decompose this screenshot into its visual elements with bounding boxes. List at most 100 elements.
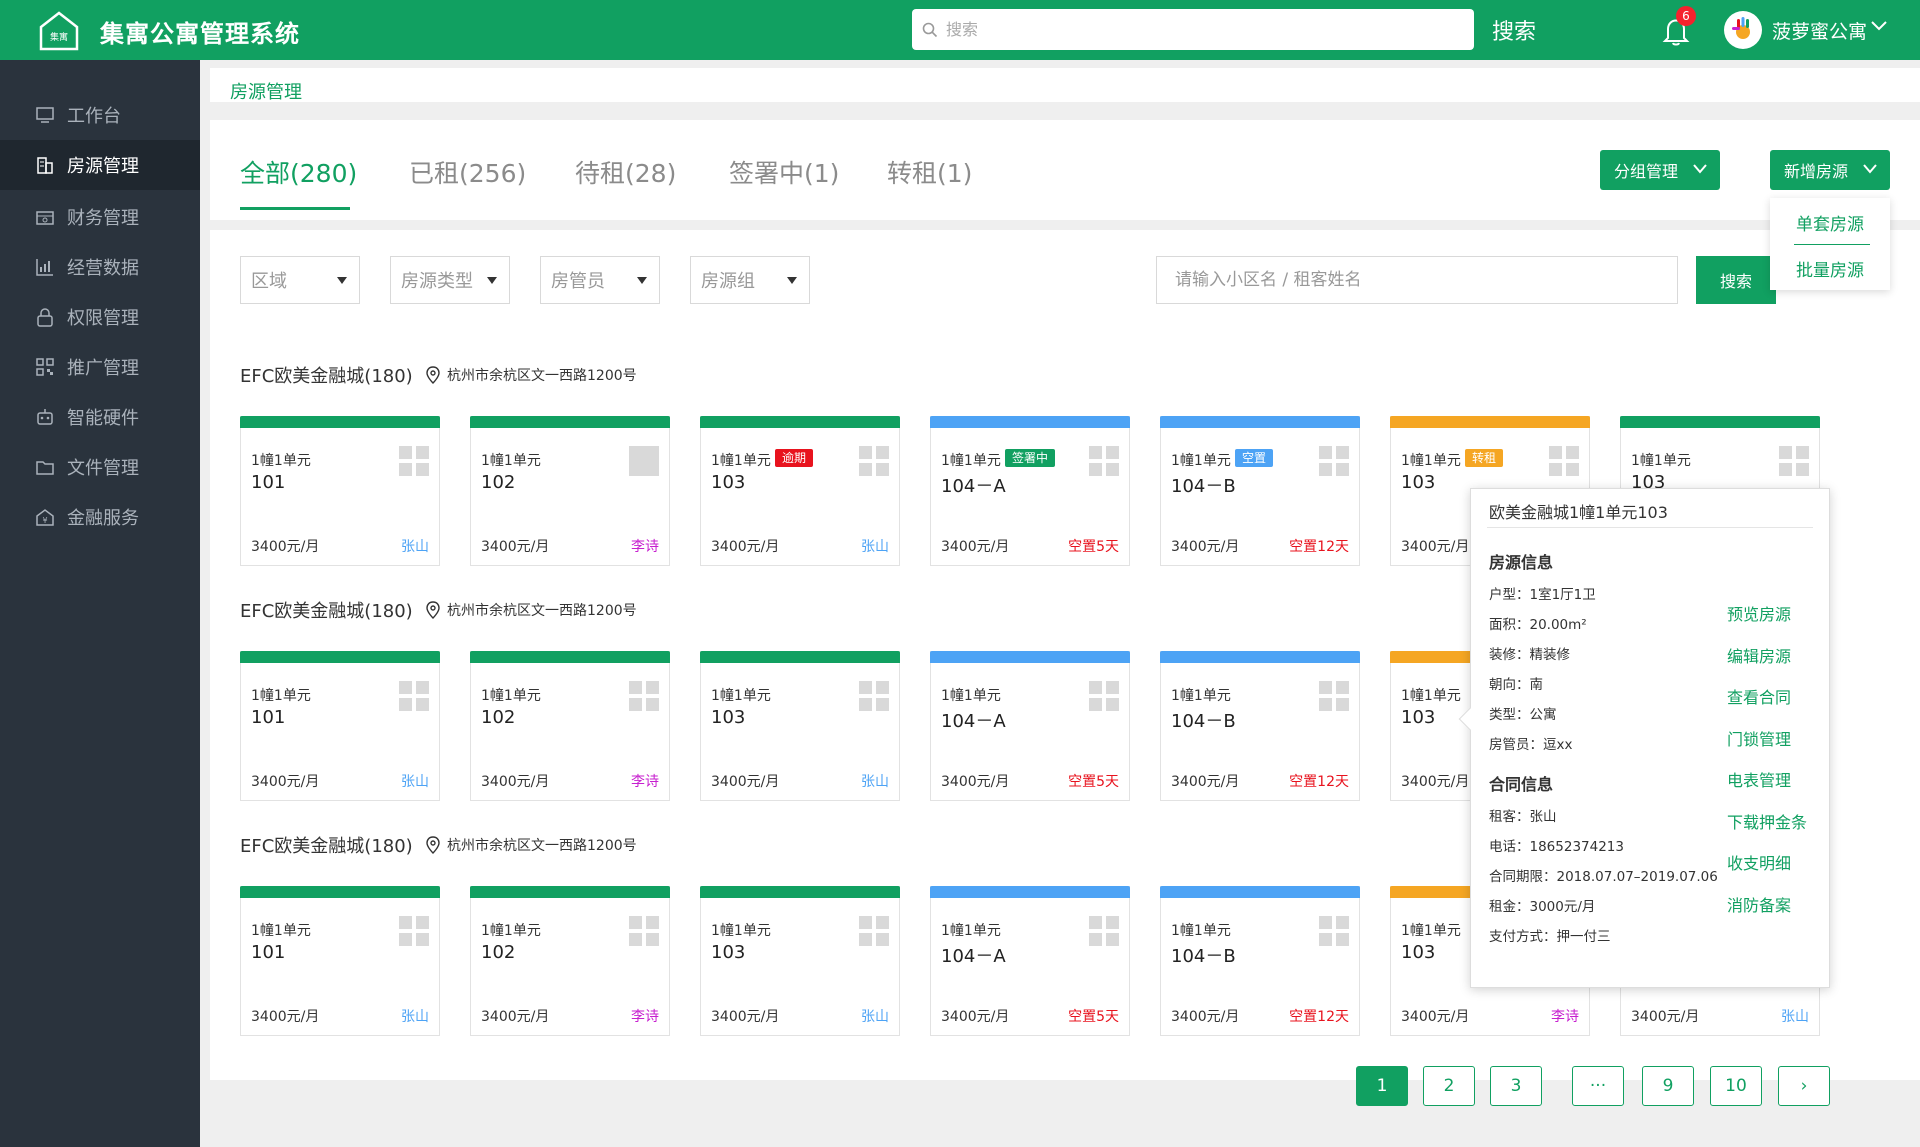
room-grid-icon[interactable] [859,681,889,711]
room-grid-icon[interactable] [1089,681,1119,711]
lock-manage-link[interactable]: 门锁管理 [1727,726,1791,750]
room-card[interactable]: 1幢1单元 103 3400元/月 张山 [700,886,900,1036]
room-status-bar [930,416,1130,428]
tab-sublet[interactable]: 转租(1) [887,154,972,190]
room-grid-icon[interactable] [1319,681,1349,711]
manager-select[interactable]: 房管员 [540,256,660,304]
sidebar-item-workbench[interactable]: 工作台 [0,90,200,140]
sidebar-item-house[interactable]: 房源管理 [0,140,200,190]
menu-item-batch-house[interactable]: 批量房源 [1770,256,1890,281]
tab-to-rent[interactable]: 待租(28) [575,154,676,190]
sidebar-item-permission[interactable]: 权限管理 [0,292,200,342]
bank-icon: ¥ [36,509,54,526]
room-grid-icon[interactable] [629,916,659,946]
page-2-button[interactable]: 2 [1423,1066,1475,1106]
contract-info-row: 租金：3000元/月 [1489,899,1596,915]
menu-item-single-house[interactable]: 单套房源 [1770,210,1890,235]
room-grid-icon[interactable] [859,916,889,946]
room-grid-icon[interactable] [1779,446,1809,476]
preview-house-link[interactable]: 预览房源 [1727,601,1791,625]
page-9-button[interactable]: 9 [1642,1066,1694,1106]
room-grid-icon[interactable] [399,916,429,946]
fire-record-link[interactable]: 消防备案 [1727,892,1791,916]
house-group-select[interactable]: 房源组 [690,256,810,304]
room-grid-icon[interactable] [859,446,889,476]
room-grid-icon[interactable] [1089,446,1119,476]
keyword-input[interactable] [1156,256,1678,304]
next-page-button[interactable]: › [1778,1066,1830,1106]
group-title: EFC欧美金融城(180) [240,601,413,622]
room-card[interactable]: 1幢1单元 104－B 3400元/月 空置12天 [1160,886,1360,1036]
room-status-text: 空置5天 [1068,774,1119,790]
chevron-down-icon [1693,164,1707,174]
room-grid-icon[interactable] [1089,916,1119,946]
room-card[interactable]: 1幢1单元 103 3400元/月 张山 逾期 [700,416,900,566]
room-grid-icon[interactable] [629,681,659,711]
sidebar-item-files[interactable]: 文件管理 [0,442,200,492]
avatar[interactable] [1724,11,1762,49]
room-card[interactable]: 1幢1单元 101 3400元/月 张山 [240,416,440,566]
room-card[interactable]: 1幢1单元 102 3400元/月 李诗 [470,416,670,566]
header-search-input[interactable] [946,20,1446,39]
sidebar-item-finance[interactable]: 财务管理 [0,192,200,242]
tab-signing[interactable]: 签署中(1) [729,154,839,190]
sidebar-item-data[interactable]: 经营数据 [0,242,200,292]
room-card[interactable]: 1幢1单元 103 3400元/月 张山 [700,651,900,801]
active-tab-indicator [240,207,350,210]
room-grid-icon[interactable] [629,446,659,476]
room-card[interactable]: 1幢1单元 101 3400元/月 张山 [240,886,440,1036]
edit-house-link[interactable]: 编辑房源 [1727,643,1791,667]
sidebar-item-label: 智能硬件 [67,408,139,429]
add-house-label: 新增房源 [1784,162,1849,181]
room-grid-icon[interactable] [1319,446,1349,476]
room-card[interactable]: 1幢1单元 102 3400元/月 李诗 [470,651,670,801]
page-1-button[interactable]: 1 [1356,1066,1408,1106]
tab-all[interactable]: 全部(280) [240,154,357,190]
header-search-button[interactable]: 搜索 [1492,14,1536,46]
room-grid-icon[interactable] [1319,916,1349,946]
sidebar-item-financial-service[interactable]: ¥ 金融服务 [0,492,200,542]
room-unit: 1幢1单元 [1401,923,1461,939]
keyword-search-button[interactable]: 搜索 [1696,256,1776,304]
page-10-button[interactable]: 10 [1710,1066,1762,1106]
notification-badge: 6 [1676,6,1696,26]
sidebar-item-promotion[interactable]: 推广管理 [0,342,200,392]
view-contract-link[interactable]: 查看合同 [1727,684,1791,708]
house-info-row: 户型：1室1厅1卫 [1489,587,1596,603]
chevron-down-icon[interactable] [1870,20,1888,32]
room-price: 3400元/月 [941,539,1010,555]
room-card[interactable]: 1幢1单元 104－A 3400元/月 空置5天 [930,651,1130,801]
group-manage-button[interactable]: 分组管理 [1600,150,1720,190]
room-card[interactable]: 1幢1单元 104－A 3400元/月 空置5天 [930,886,1130,1036]
room-card[interactable]: 1幢1单元 102 3400元/月 李诗 [470,886,670,1036]
tab-rented[interactable]: 已租(256) [409,154,526,190]
sidebar-item-hardware[interactable]: 智能硬件 [0,392,200,442]
region-select[interactable]: 区域 [240,256,360,304]
popover-title: 欧美金融城1幢1单元103 [1489,503,1668,522]
room-grid-icon[interactable] [399,446,429,476]
room-grid-icon[interactable] [1549,446,1579,476]
header-search-box[interactable] [912,9,1474,50]
caret-down-icon [787,277,797,284]
income-detail-link[interactable]: 收支明细 [1727,850,1791,874]
room-number: 104－B [1171,946,1236,967]
user-name[interactable]: 菠萝蜜公寓 [1772,17,1867,44]
breadcrumb[interactable]: 房源管理 [230,78,302,104]
room-status-text: 李诗 [631,774,659,790]
house-type-select[interactable]: 房源类型 [390,256,510,304]
app-title: 集寓公寓管理系统 [100,20,300,48]
room-grid-icon[interactable] [399,681,429,711]
room-status-bar [700,416,900,428]
room-status-bar [1620,416,1820,428]
room-card[interactable]: 1幢1单元 104－B 3400元/月 空置12天 [1160,651,1360,801]
page-3-button[interactable]: 3 [1490,1066,1542,1106]
meter-manage-link[interactable]: 电表管理 [1727,767,1791,791]
building-icon [37,157,53,174]
room-card[interactable]: 1幢1单元 104－B 3400元/月 空置12天 空置 [1160,416,1360,566]
add-house-button[interactable]: 新增房源 [1770,150,1890,190]
room-status-text: 空置5天 [1068,1009,1119,1025]
download-deposit-link[interactable]: 下载押金条 [1727,809,1807,833]
page-ellipsis[interactable]: ··· [1572,1066,1624,1106]
room-card[interactable]: 1幢1单元 104－A 3400元/月 空置5天 签署中 [930,416,1130,566]
room-card[interactable]: 1幢1单元 101 3400元/月 张山 [240,651,440,801]
